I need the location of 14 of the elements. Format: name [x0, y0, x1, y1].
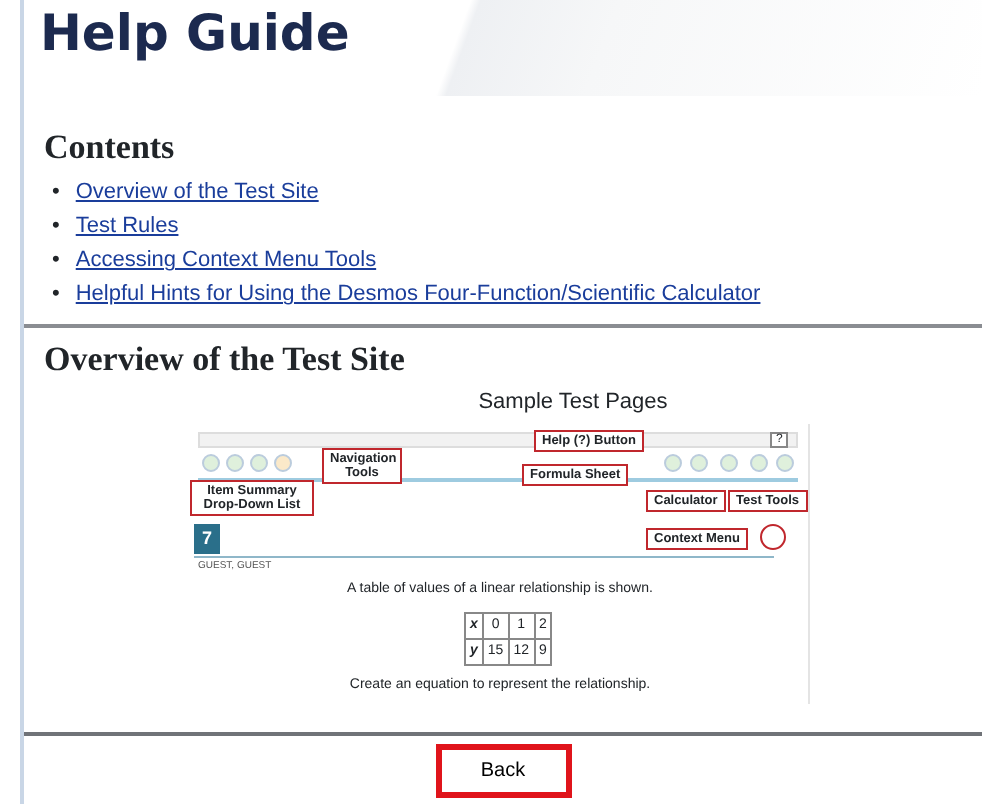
bullet: • — [52, 178, 60, 209]
page-title: Help Guide — [40, 4, 352, 64]
back-button[interactable]: Back — [435, 744, 571, 798]
contents-link[interactable]: Helpful Hints for Using the Desmos Four-Function/Scientific Calculator — [75, 278, 761, 313]
bullet: • — [52, 246, 60, 277]
contents-link[interactable]: Overview of the Test Site — [75, 176, 319, 211]
bullet: • — [52, 280, 60, 311]
bullet: • — [52, 212, 60, 243]
question-number: 7 — [194, 524, 220, 555]
caption: Sample Test Pages — [476, 387, 670, 418]
section-heading: Overview of the Test Site — [44, 340, 407, 382]
contents-link[interactable]: Test Rules — [75, 210, 179, 245]
contents-link[interactable]: Accessing Context Menu Tools — [75, 244, 377, 279]
section-heading: Contents — [44, 128, 177, 169]
